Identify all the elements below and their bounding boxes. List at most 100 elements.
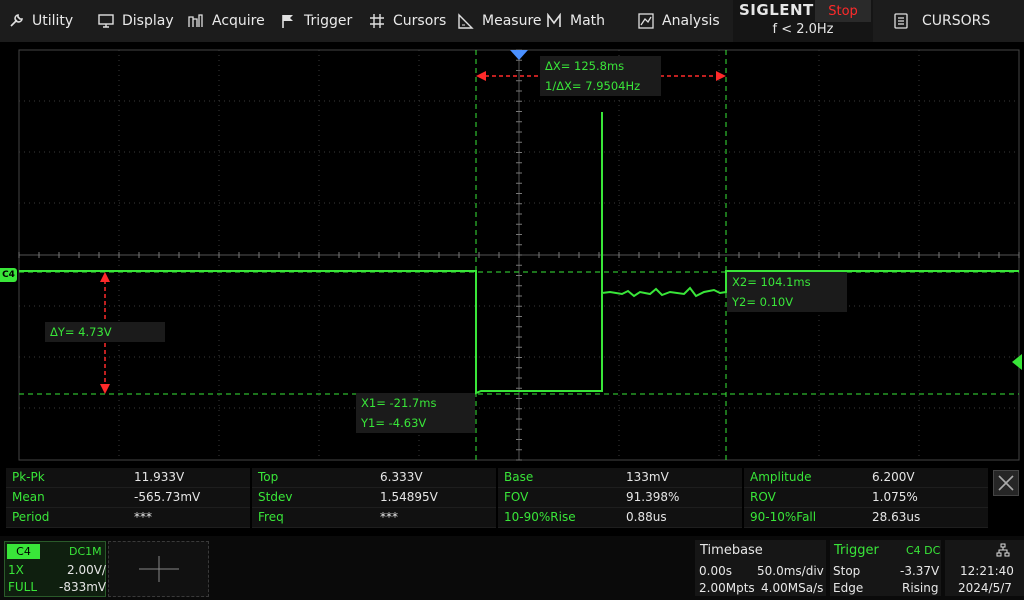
ch4-bandwidth: FULL bbox=[8, 580, 38, 594]
measurement-cell[interactable]: Stdev 1.54895V bbox=[252, 488, 496, 508]
measurement-label: Mean bbox=[12, 490, 45, 504]
menu-measure-label: Measure bbox=[482, 13, 542, 29]
network-icon[interactable] bbox=[996, 543, 1010, 557]
ch4-ground-marker[interactable]: C4 bbox=[0, 268, 17, 282]
measurement-label: Amplitude bbox=[750, 470, 812, 484]
ch4-settings-panel[interactable]: C4 DC1M 1X 2.00V/ FULL -833mV bbox=[4, 541, 106, 597]
waveform-display[interactable]: C4 ΔX= 125.8ms 1/ΔX= 7.9504Hz X2= 104.1m… bbox=[0, 42, 1024, 462]
brand-logo: SIGLENT bbox=[739, 1, 814, 19]
menu-utility[interactable]: Utility bbox=[8, 0, 73, 42]
cursors-panel-icon bbox=[894, 13, 908, 29]
menu-display-label: Display bbox=[122, 13, 174, 29]
timebase-memory: 2.00Mpts bbox=[699, 581, 755, 595]
x1-readout: X1= -21.7ms Y1= -4.63V bbox=[356, 393, 475, 433]
measurement-label: 90-10%Fall bbox=[750, 510, 817, 524]
measurement-cell[interactable]: Period *** bbox=[6, 508, 250, 528]
measurement-cell[interactable]: Pk-Pk 11.933V bbox=[6, 468, 250, 488]
measure-ruler-icon bbox=[458, 13, 474, 29]
clock-date: 2024/5/7 bbox=[958, 581, 1012, 595]
inverse-delta-x-value: 1/ΔX= 7.9504Hz bbox=[545, 79, 641, 93]
measurement-value: 28.63us bbox=[872, 510, 921, 524]
analysis-chart-icon bbox=[638, 13, 654, 29]
frequency-counter: f < 2.0Hz bbox=[772, 22, 834, 37]
measurement-label: Top bbox=[258, 470, 279, 484]
delta-x-readout: ΔX= 125.8ms 1/ΔX= 7.9504Hz bbox=[540, 56, 661, 96]
math-m-icon bbox=[546, 13, 562, 29]
clock-time: 12:21:40 bbox=[960, 564, 1014, 578]
utility-wrench-icon bbox=[8, 13, 24, 29]
menu-math-label: Math bbox=[570, 13, 606, 29]
measurement-close-button[interactable] bbox=[993, 470, 1019, 496]
ch4-probe: 1X bbox=[8, 563, 24, 577]
measurement-value: 1.54895V bbox=[380, 490, 438, 504]
ch4-scale: 2.00V/ bbox=[67, 563, 106, 577]
measurement-cell[interactable]: FOV 91.398% bbox=[498, 488, 742, 508]
status-box: SIGLENT Stop f < 2.0Hz bbox=[733, 0, 873, 42]
plus-icon bbox=[139, 556, 179, 582]
timebase-title: Timebase bbox=[700, 543, 763, 558]
measurement-label: Period bbox=[12, 510, 50, 524]
display-monitor-icon bbox=[98, 13, 114, 29]
measurement-label: Pk-Pk bbox=[12, 470, 45, 484]
menu-cursors-label: Cursors bbox=[393, 13, 447, 29]
trigger-position-marker bbox=[510, 50, 528, 60]
trigger-source: C4 DC bbox=[906, 544, 941, 557]
measurement-cell[interactable]: ROV 1.075% bbox=[744, 488, 988, 508]
x1-value: X1= -21.7ms bbox=[361, 396, 437, 410]
add-channel-slot[interactable] bbox=[108, 541, 209, 597]
ch4-coupling: DC1M bbox=[69, 545, 102, 558]
measurement-cell[interactable]: Freq *** bbox=[252, 508, 496, 528]
menu-analysis[interactable]: Analysis bbox=[638, 0, 720, 42]
timebase-panel[interactable]: Timebase 0.00s 50.0ms/div 2.00Mpts 4.00M… bbox=[695, 540, 826, 596]
timebase-scale: 50.0ms/div bbox=[757, 564, 824, 578]
ch4-offset: -833mV bbox=[59, 580, 107, 594]
x2-value: X2= 104.1ms bbox=[732, 275, 811, 289]
measurement-cell[interactable]: Mean -565.73mV bbox=[6, 488, 250, 508]
trigger-flag-icon bbox=[280, 13, 296, 29]
menu-math[interactable]: Math bbox=[546, 0, 605, 42]
trigger-slope: Rising bbox=[902, 581, 939, 595]
measurement-value: 6.200V bbox=[872, 470, 915, 484]
measurement-value: 11.933V bbox=[134, 470, 185, 484]
measurement-value: -565.73mV bbox=[134, 490, 201, 504]
measurement-label: 10-90%Rise bbox=[504, 510, 576, 524]
delta-x-value: ΔX= 125.8ms bbox=[545, 59, 625, 73]
menu-trigger[interactable]: Trigger bbox=[280, 0, 352, 42]
measurement-value: 6.333V bbox=[380, 470, 423, 484]
measurement-value: 0.88us bbox=[626, 510, 667, 524]
cursors-panel-label: CURSORS bbox=[922, 13, 991, 29]
menu-acquire-label: Acquire bbox=[212, 13, 265, 29]
measurement-row: Pk-Pk 11.933V Top 6.333V Base 133mV Amplitude 6… bbox=[6, 468, 988, 488]
measurement-value: 133mV bbox=[626, 470, 669, 484]
y1-value: Y1= -4.63V bbox=[361, 416, 427, 430]
timebase-delay: 0.00s bbox=[699, 564, 732, 578]
trigger-level: -3.37V bbox=[900, 564, 940, 578]
timebase-sample-rate: 4.00MSa/s bbox=[761, 581, 824, 595]
measurement-row: Period *** Freq *** 10-90%Rise 0.88us 90-10%Fa… bbox=[6, 508, 988, 528]
measurement-label: ROV bbox=[750, 490, 776, 504]
measurement-value: 91.398% bbox=[626, 490, 680, 504]
run-stop-status[interactable]: Stop bbox=[815, 0, 871, 22]
menu-acquire[interactable]: Acquire bbox=[188, 0, 265, 42]
acquire-pulse-icon bbox=[188, 13, 204, 29]
cursors-panel-button[interactable]: CURSORS bbox=[876, 0, 1024, 42]
y2-value: Y2= 0.10V bbox=[732, 295, 794, 309]
measurement-cell[interactable]: 90-10%Fall 28.63us bbox=[744, 508, 988, 528]
measurement-label: FOV bbox=[504, 490, 529, 504]
cursors-grid-icon bbox=[369, 13, 385, 29]
measurement-label: Base bbox=[504, 470, 534, 484]
measurement-cell[interactable]: 10-90%Rise 0.88us bbox=[498, 508, 742, 528]
measurement-cell[interactable]: Base 133mV bbox=[498, 468, 742, 488]
trigger-panel[interactable]: Trigger C4 DC Stop -3.37V Edge Rising bbox=[830, 540, 941, 596]
clock-panel: 12:21:40 2024/5/7 bbox=[945, 540, 1024, 596]
menu-cursors[interactable]: Cursors bbox=[369, 0, 446, 42]
measurement-cell[interactable]: Top 6.333V bbox=[252, 468, 496, 488]
menu-bar: Utility Display Acquire Trigger Cursors … bbox=[0, 0, 1024, 43]
delta-y-readout: ΔY= 4.73V bbox=[45, 322, 165, 342]
delta-y-value: ΔY= 4.73V bbox=[50, 325, 112, 339]
measurement-cell[interactable]: Amplitude 6.200V bbox=[744, 468, 988, 488]
x2-readout: X2= 104.1ms Y2= 0.10V bbox=[727, 272, 847, 312]
menu-display[interactable]: Display bbox=[98, 0, 174, 42]
menu-measure[interactable]: Measure bbox=[458, 0, 542, 42]
measurement-value: 1.075% bbox=[872, 490, 918, 504]
